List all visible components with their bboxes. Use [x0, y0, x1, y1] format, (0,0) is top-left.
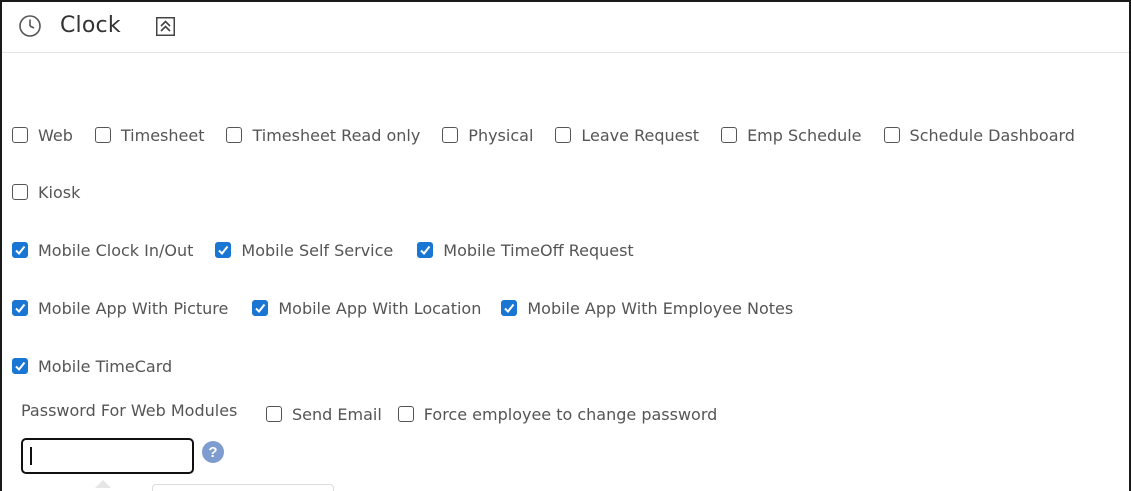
option-mobile-timecard[interactable]: Mobile TimeCard	[12, 357, 172, 376]
emp-schedule-checkbox[interactable]	[721, 127, 738, 143]
option-mobile-self-service[interactable]: Mobile Self Service	[215, 241, 393, 260]
option-emp-schedule[interactable]: Emp Schedule	[721, 125, 862, 145]
option-mobile-app-with-employee-notes[interactable]: Mobile App With Employee Notes	[501, 299, 793, 318]
timesheet-read-only-label: Timesheet Read only	[252, 125, 421, 145]
kiosk-checkbox[interactable]	[12, 184, 28, 200]
emp-schedule-label: Emp Schedule	[747, 125, 862, 145]
option-schedule-dashboard[interactable]: Schedule Dashboard	[883, 125, 1075, 145]
leave-request-label: Leave Request	[581, 125, 700, 145]
mobile-app-with-location-label: Mobile App With Location	[278, 298, 482, 318]
mobile-timeoff-request-checkbox[interactable]	[417, 242, 434, 258]
physical-label: Physical	[468, 125, 534, 145]
option-web[interactable]: Web	[12, 126, 73, 145]
option-physical[interactable]: Physical	[442, 126, 533, 145]
mobile-self-service-checkbox[interactable]	[215, 242, 232, 258]
text-caret	[30, 447, 32, 465]
option-mobile-timeoff-request[interactable]: Mobile TimeOff Request	[417, 240, 634, 260]
clock-icon	[19, 15, 41, 37]
password-options: Send Email Force employee to change pass…	[266, 402, 737, 426]
mobile-timeoff-request-label: Mobile TimeOff Request	[443, 240, 634, 260]
tooltip-edge	[152, 484, 334, 491]
mobile-app-with-employee-notes-checkbox[interactable]	[501, 300, 518, 316]
send-email-label: Send Email	[292, 404, 382, 424]
physical-checkbox[interactable]	[442, 127, 459, 143]
option-kiosk[interactable]: Kiosk	[12, 183, 80, 202]
web-label: Web	[38, 125, 73, 145]
option-send-email[interactable]: Send Email	[266, 405, 382, 424]
force-change-password-checkbox[interactable]	[397, 406, 414, 422]
options-row-5: Mobile TimeCard	[12, 354, 192, 378]
kiosk-label: Kiosk	[38, 182, 81, 202]
send-email-checkbox[interactable]	[266, 406, 282, 422]
panel-title: Clock	[60, 13, 121, 38]
option-timesheet[interactable]: Timesheet	[94, 125, 205, 145]
double-chevron-up-icon[interactable]	[156, 17, 175, 36]
clock-panel: Clock Web Timesheet Timesheet Read only …	[0, 0, 1131, 491]
mobile-timecard-label: Mobile TimeCard	[38, 356, 173, 376]
help-icon[interactable]: ?	[202, 441, 224, 463]
mobile-app-with-picture-checkbox[interactable]	[12, 300, 28, 316]
option-leave-request[interactable]: Leave Request	[555, 126, 699, 145]
mobile-app-with-employee-notes-label: Mobile App With Employee Notes	[527, 298, 794, 318]
password-label: Password For Web Modules	[21, 401, 238, 420]
mobile-clock-in-out-checkbox[interactable]	[12, 242, 28, 258]
option-mobile-app-with-location[interactable]: Mobile App With Location	[252, 299, 481, 318]
mobile-clock-in-out-label: Mobile Clock In/Out	[38, 240, 194, 260]
option-mobile-app-with-picture[interactable]: Mobile App With Picture	[12, 299, 228, 318]
options-row-4: Mobile App With Picture Mobile App With …	[12, 296, 813, 320]
leave-request-checkbox[interactable]	[555, 127, 572, 143]
option-mobile-clock-in-out[interactable]: Mobile Clock In/Out	[12, 241, 193, 260]
mobile-app-with-picture-label: Mobile App With Picture	[38, 298, 229, 318]
mobile-timecard-checkbox[interactable]	[12, 358, 28, 374]
timesheet-checkbox[interactable]	[94, 127, 111, 143]
schedule-dashboard-label: Schedule Dashboard	[909, 125, 1075, 145]
mobile-app-with-location-checkbox[interactable]	[252, 300, 269, 316]
timesheet-label: Timesheet	[120, 125, 205, 145]
timesheet-read-only-checkbox[interactable]	[226, 127, 243, 143]
panel-header: Clock	[2, 2, 1129, 53]
option-force-change-password[interactable]: Force employee to change password	[397, 404, 718, 424]
options-row-1: Web Timesheet Timesheet Read only Physic…	[12, 123, 1075, 147]
mobile-self-service-label: Mobile Self Service	[241, 240, 394, 260]
option-timesheet-read-only[interactable]: Timesheet Read only	[226, 126, 420, 145]
options-row-3: Mobile Clock In/Out Mobile Self Service …	[12, 238, 654, 262]
force-change-password-label: Force employee to change password	[423, 404, 718, 424]
options-row-2: Kiosk	[12, 180, 100, 204]
web-checkbox[interactable]	[12, 127, 28, 143]
tooltip-pointer	[95, 480, 111, 488]
password-input[interactable]	[21, 438, 194, 474]
schedule-dashboard-checkbox[interactable]	[883, 127, 900, 143]
